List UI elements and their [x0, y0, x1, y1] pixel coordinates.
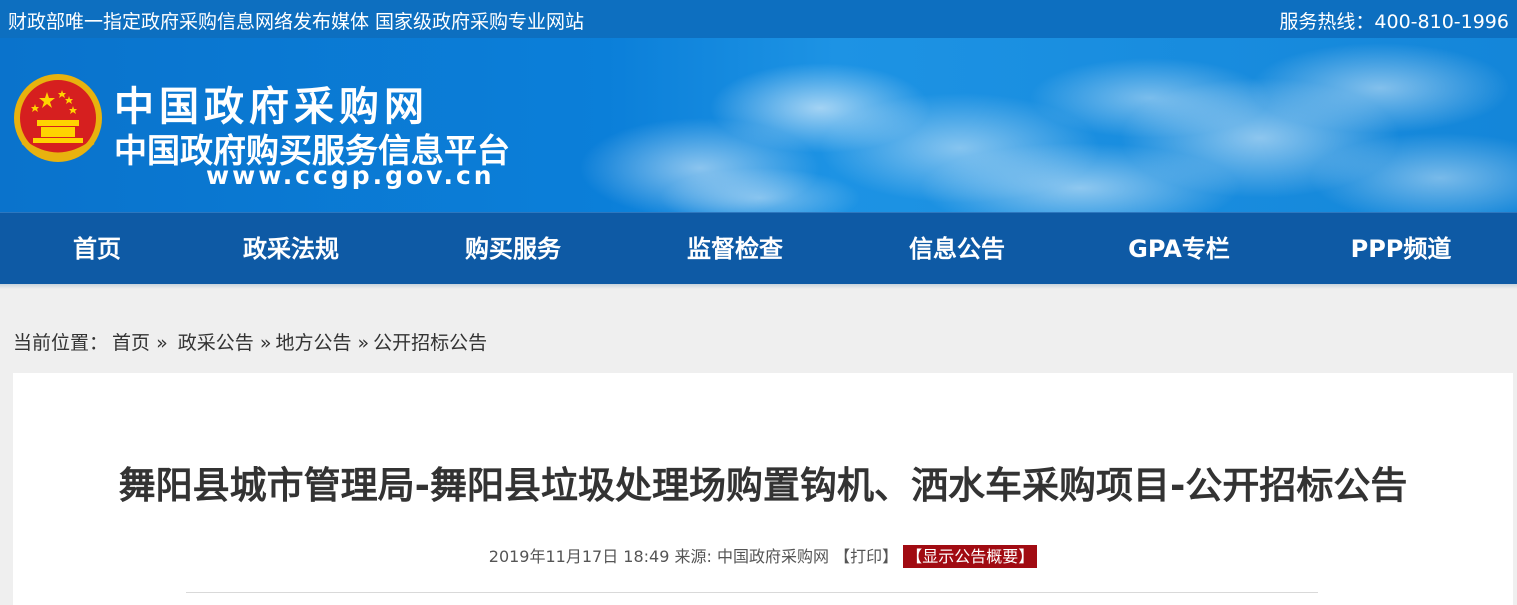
site-url: www.ccgp.gov.cn [206, 161, 495, 190]
breadcrumb-home[interactable]: 首页 [112, 332, 150, 354]
nav-item-announcements[interactable]: 信息公告 [860, 213, 1054, 285]
main-nav: 首页 政采法规 购买服务 监督检查 信息公告 GPA专栏 PPP频道 [0, 212, 1517, 284]
breadcrumb: 当前位置： 首页 » 政采公告 » 地方公告 » 公开招标公告 [13, 328, 487, 355]
show-summary-button[interactable]: 【显示公告概要】 [903, 545, 1038, 568]
top-info-bar: 财政部唯一指定政府采购信息网络发布媒体 国家级政府采购专业网站 服务热线：400… [0, 0, 1517, 38]
article-datetime: 2019年11月17日 18:49 [488, 547, 670, 566]
breadcrumb-prefix: 当前位置： [13, 332, 109, 354]
breadcrumb-separator: » [357, 332, 370, 354]
nav-item-home[interactable]: 首页 [0, 213, 194, 285]
nav-item-purchase-service[interactable]: 购买服务 [416, 213, 610, 285]
article-source-label: 来源: [674, 547, 712, 566]
breadcrumb-separator: » [259, 332, 272, 354]
breadcrumb-separator: » [156, 332, 168, 354]
nav-shadow [0, 284, 1517, 289]
breadcrumb-local-announcements[interactable]: 地方公告 [275, 332, 351, 354]
nav-item-ppp[interactable]: PPP频道 [1304, 213, 1498, 285]
site-slogan: 财政部唯一指定政府采购信息网络发布媒体 国家级政府采购专业网站 [8, 11, 585, 33]
article-title: 舞阳县城市管理局-舞阳县垃圾处理场购置钩机、洒水车采购项目-公开招标公告 [118, 464, 1408, 507]
divider [186, 592, 1318, 593]
site-banner: 中国政府采购网 中国政府购买服务信息平台 www.ccgp.gov.cn [0, 38, 1517, 212]
article-meta: 2019年11月17日 18:49 来源: 中国政府采购网 【打印】 【显示公告… [13, 543, 1513, 568]
national-emblem-icon [14, 74, 102, 162]
nav-item-regulations[interactable]: 政采法规 [194, 213, 388, 285]
print-link[interactable]: 【打印】 [834, 547, 898, 566]
breadcrumb-public-tender[interactable]: 公开招标公告 [373, 332, 487, 354]
service-hotline: 服务热线：400-810-1996 [1279, 11, 1509, 33]
nav-item-supervision[interactable]: 监督检查 [638, 213, 832, 285]
article-source: 中国政府采购网 [717, 547, 830, 566]
breadcrumb-gov-announcements[interactable]: 政采公告 [178, 332, 254, 354]
article-panel: 舞阳县城市管理局-舞阳县垃圾处理场购置钩机、洒水车采购项目-公开招标公告 201… [13, 373, 1513, 605]
nav-item-gpa[interactable]: GPA专栏 [1082, 213, 1276, 285]
